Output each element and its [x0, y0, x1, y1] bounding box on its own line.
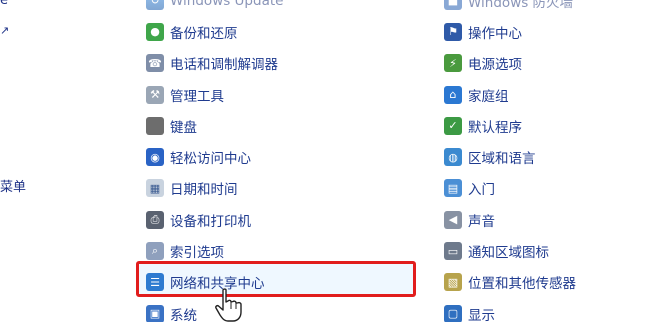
item-network-sharing-center[interactable]: ☰ 网络和共享中心 [146, 267, 436, 298]
item-label: 键盘 [170, 119, 197, 136]
power-icon: ⚡ [444, 54, 462, 73]
tools-icon: ⚒ [146, 85, 164, 104]
item-sound[interactable]: ◀ 声音 [444, 204, 664, 235]
keyboard-icon [146, 116, 164, 135]
item-getting-started[interactable]: ▤ 入门 [444, 173, 664, 204]
accessibility-icon: ◉ [146, 148, 164, 167]
item-devices-printers[interactable]: ⎙ 设备和打印机 [146, 204, 436, 235]
flag-icon: ⚑ [444, 22, 462, 41]
item-homegroup[interactable]: ⌂ 家庭组 [444, 79, 664, 110]
calendar-icon: ▦ [146, 179, 164, 198]
item-label: 设备和打印机 [170, 213, 251, 230]
security-icon: ■ [444, 0, 462, 10]
left-menu-text[interactable]: 菜单 [0, 176, 26, 195]
item-label: 区域和语言 [468, 151, 536, 168]
left-pane-fragment: e ↗ 菜单 [0, 0, 40, 322]
system-icon: ▣ [146, 304, 164, 322]
item-backup-restore[interactable]: ● 备份和还原 [146, 16, 436, 47]
item-label: 位置和其他传感器 [468, 276, 576, 293]
backup-icon: ● [146, 22, 164, 41]
item-label: 系统 [170, 307, 197, 322]
item-label: 轻松访问中心 [170, 151, 251, 168]
printer-icon: ⎙ [146, 210, 164, 229]
tray-icon: ▭ [444, 242, 462, 261]
item-label: 索引选项 [170, 245, 224, 262]
item-system[interactable]: ▣ 系统 [146, 298, 436, 322]
item-label: 通知区域图标 [468, 245, 549, 262]
item-label: 显示 [468, 307, 495, 322]
control-panel-all-items: e ↗ 菜单 ↻ Windows Update ● 备份和还原 ☎ 电话和调制解… [0, 0, 672, 322]
sensor-icon: ▧ [444, 273, 462, 292]
item-label: 操作中心 [468, 25, 522, 42]
items-column-right: ■ Windows 防火墙 ⚑ 操作中心 ⚡ 电源选项 ⌂ 家庭组 ✓ 默认程序… [444, 0, 664, 322]
homegroup-icon: ⌂ [444, 85, 462, 104]
item-phone-modem[interactable]: ☎ 电话和调制解调器 [146, 48, 436, 79]
monitor-icon: ▢ [444, 304, 462, 322]
item-power-options[interactable]: ⚡ 电源选项 [444, 48, 664, 79]
modem-icon: ☎ [146, 54, 164, 73]
item-date-time[interactable]: ▦ 日期和时间 [146, 173, 436, 204]
left-cut-text: e [0, 0, 8, 8]
speaker-icon: ◀ [444, 210, 462, 229]
left-arrow-icon: ↗ [0, 24, 10, 37]
globe-icon: ◍ [444, 148, 462, 167]
item-label: 管理工具 [170, 88, 224, 105]
item-display[interactable]: ▢ 显示 [444, 298, 664, 322]
item-admin-tools[interactable]: ⚒ 管理工具 [146, 79, 436, 110]
hand-pointer-cursor-icon [215, 288, 242, 322]
item-keyboard[interactable]: 键盘 [146, 110, 436, 141]
item-label: 电话和调制解调器 [170, 57, 278, 74]
item-indexing-options[interactable]: ⌕ 索引选项 [146, 235, 436, 266]
item-ease-of-access[interactable]: ◉ 轻松访问中心 [146, 141, 436, 172]
network-icon: ☰ [146, 273, 164, 292]
item-location-sensors[interactable]: ▧ 位置和其他传感器 [444, 267, 664, 298]
item-label: 日期和时间 [170, 182, 238, 199]
item-action-center[interactable]: ⚑ 操作中心 [444, 16, 664, 47]
item-label: Windows 防火墙 [468, 0, 574, 11]
item-label: 家庭组 [468, 88, 509, 105]
item-label: 入门 [468, 182, 495, 199]
item-label: 声音 [468, 213, 495, 230]
item-label: 备份和还原 [170, 25, 238, 42]
item-label: 默认程序 [468, 119, 522, 136]
item-default-programs[interactable]: ✓ 默认程序 [444, 110, 664, 141]
item-label: Windows Update [170, 0, 284, 9]
item-region-language[interactable]: ◍ 区域和语言 [444, 141, 664, 172]
items-column-middle: ↻ Windows Update ● 备份和还原 ☎ 电话和调制解调器 ⚒ 管理… [146, 0, 436, 322]
update-icon: ↻ [146, 0, 164, 10]
default-programs-icon: ✓ [444, 116, 462, 135]
item-windows-defender[interactable]: ■ Windows 防火墙 [444, 0, 664, 16]
document-icon: ▤ [444, 179, 462, 198]
item-label: 电源选项 [468, 57, 522, 74]
index-icon: ⌕ [146, 242, 164, 261]
item-notification-icons[interactable]: ▭ 通知区域图标 [444, 235, 664, 266]
item-windows-update[interactable]: ↻ Windows Update [146, 0, 436, 16]
